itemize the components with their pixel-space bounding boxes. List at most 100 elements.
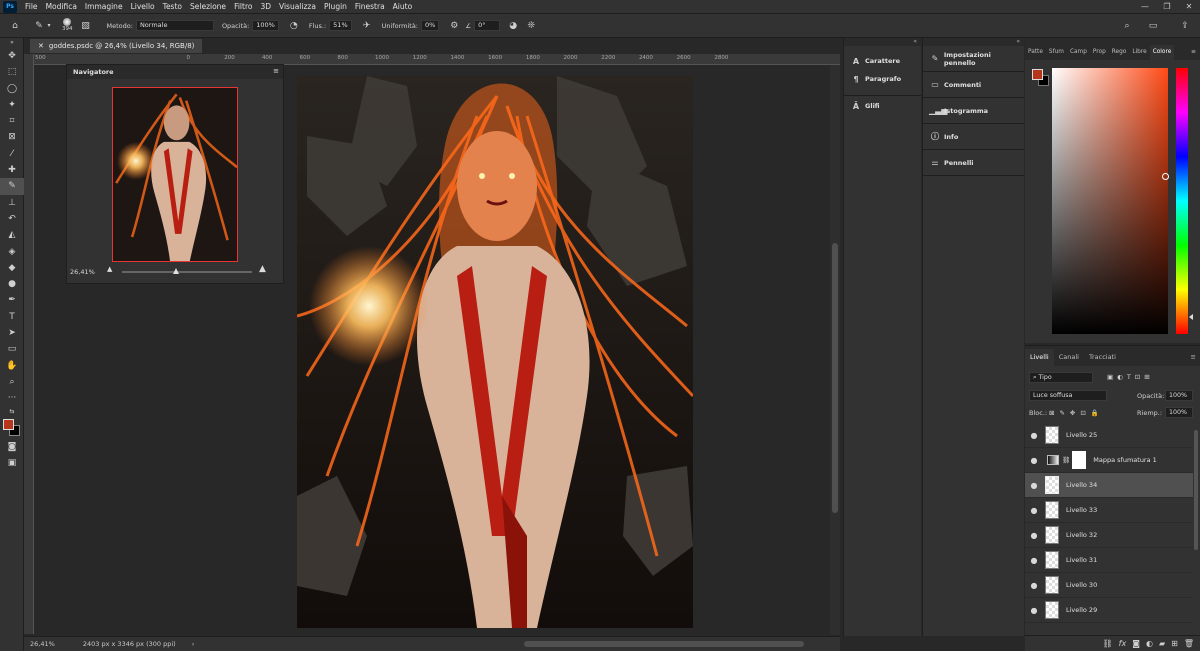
dock-item-brush-settings[interactable]: ✎ Impostazioni pennello — [923, 46, 1024, 72]
tab-gradients[interactable]: Sfum — [1046, 49, 1067, 60]
lock-icons[interactable]: ⊠✎✥⊡🔒 — [1049, 409, 1104, 417]
zoom-in-icon[interactable]: ▲ — [259, 264, 266, 274]
vertical-scrollbar[interactable] — [830, 65, 840, 635]
group-icon[interactable]: ▰ — [1159, 639, 1165, 648]
flow-input[interactable]: 51% — [329, 20, 352, 31]
maximize-button[interactable]: ❐ — [1156, 0, 1178, 14]
menu-plugin[interactable]: Plugin — [320, 2, 351, 11]
hue-slider-handle[interactable] — [1189, 314, 1193, 320]
close-button[interactable]: ✕ — [1178, 0, 1200, 14]
eye-icon[interactable]: ● — [1025, 481, 1043, 490]
menu-immagine[interactable]: Immagine — [81, 2, 127, 11]
layers-scrollbar[interactable] — [1194, 430, 1198, 550]
navigator-zoom-slider[interactable] — [122, 271, 252, 273]
hue-slider[interactable] — [1176, 68, 1193, 334]
hand-tool-icon[interactable]: ✋ — [0, 358, 24, 374]
screen-mode-icon[interactable]: ▣ — [0, 455, 24, 471]
layer-row[interactable]: ● ⛓ Mappa sfumatura 1 — [1025, 448, 1193, 473]
brush-preset-picker[interactable]: 394 — [62, 18, 73, 33]
color-picker-marker[interactable] — [1162, 173, 1169, 180]
tab-libraries[interactable]: Libre — [1129, 49, 1149, 60]
dock-item-istogramma[interactable]: ▁▃▅ Istogramma — [923, 98, 1024, 124]
foreground-color-swatch[interactable] — [3, 418, 14, 430]
dock-item-paragrafo[interactable]: ¶ Paragrafo — [844, 70, 921, 88]
search-icon[interactable]: ⌕ — [1120, 19, 1134, 33]
blur-tool-icon[interactable]: ◆ — [0, 260, 24, 276]
bucket-tool-icon[interactable]: ◈ — [0, 244, 24, 260]
tab-adjustments[interactable]: Rego — [1109, 49, 1130, 60]
eye-icon[interactable]: ● — [1025, 606, 1043, 615]
layer-row[interactable]: ● Livello 32 — [1025, 523, 1193, 548]
layer-row[interactable]: ● Livello 31 — [1025, 548, 1193, 573]
menu-finestra[interactable]: Finestra — [351, 2, 389, 11]
menu-filtro[interactable]: Filtro — [230, 2, 256, 11]
horizontal-scroll-thumb[interactable] — [524, 641, 804, 647]
collapse-icon[interactable]: » — [0, 38, 24, 48]
layer-row-selected[interactable]: ● Livello 34 — [1025, 473, 1193, 498]
zoom-out-icon[interactable]: ▲ — [107, 265, 112, 273]
navigator-preview[interactable] — [112, 87, 238, 262]
opacity-input[interactable]: 100% — [252, 20, 279, 31]
menu-livello[interactable]: Livello — [127, 2, 159, 11]
new-layer-icon[interactable]: ⊞ — [1171, 639, 1178, 648]
brush-tool-icon[interactable]: ✎ — [0, 178, 24, 195]
eye-icon[interactable]: ● — [1025, 531, 1043, 540]
layer-row[interactable]: ● Livello 30 — [1025, 573, 1193, 598]
tab-patterns[interactable]: Patte — [1025, 49, 1046, 60]
adjustment-layer-icon[interactable]: ◐ — [1146, 639, 1153, 648]
horizontal-scrollbar[interactable] — [184, 637, 824, 651]
vertical-scroll-thumb[interactable] — [832, 243, 838, 513]
layer-opacity-input[interactable]: 100% — [1165, 390, 1193, 401]
eraser-tool-icon[interactable]: ◭ — [0, 227, 24, 243]
menu-selezione[interactable]: Selezione — [186, 2, 230, 11]
fx-icon[interactable]: fx — [1119, 639, 1127, 648]
gear-icon[interactable]: ⚙ — [447, 19, 461, 33]
minimize-button[interactable]: — — [1134, 0, 1156, 14]
eye-icon[interactable]: ● — [1025, 506, 1043, 515]
foreground-color-swatch[interactable] — [1032, 69, 1043, 80]
menu-testo[interactable]: Testo — [159, 2, 186, 11]
smoothing-input[interactable]: 0% — [421, 20, 440, 31]
brush-panel-toggle-icon[interactable]: ▧ — [79, 19, 93, 33]
layer-filter-select[interactable]: ⌕ Tipo — [1029, 372, 1093, 383]
menu-file[interactable]: File — [21, 2, 42, 11]
status-zoom[interactable]: 26,41% — [30, 640, 55, 648]
panel-menu-icon[interactable]: ≡ — [1186, 353, 1200, 366]
eyedropper-tool-icon[interactable]: ⁄ — [0, 146, 24, 162]
symmetry-icon[interactable]: ❊ — [524, 19, 538, 33]
menu-modifica[interactable]: Modifica — [42, 2, 81, 11]
more-tools-icon[interactable]: ··· — [0, 390, 24, 406]
pressure-size-icon[interactable]: ◕ — [506, 19, 520, 33]
marquee-tool-icon[interactable]: ⬚ — [0, 64, 24, 80]
navigator-zoom-knob[interactable] — [173, 268, 179, 274]
tab-colore[interactable]: Colore — [1149, 45, 1175, 60]
pressure-opacity-icon[interactable]: ◔ — [287, 19, 301, 33]
navigator-zoom[interactable]: 26,41% — [70, 268, 95, 276]
dodge-tool-icon[interactable]: ● — [0, 276, 24, 292]
color-swatches[interactable] — [0, 417, 24, 439]
healing-tool-icon[interactable]: ✚ — [0, 162, 24, 178]
dock-collapse-arrows[interactable]: « — [844, 38, 921, 46]
history-brush-tool-icon[interactable]: ↶ — [0, 211, 24, 227]
document-tab[interactable]: ✕ goddes.psdc @ 26,4% (Livello 34, RGB/8) — [30, 39, 203, 53]
workspace-icon[interactable]: ▭ — [1146, 19, 1160, 33]
link-layers-icon[interactable]: ⛓ — [1103, 639, 1113, 648]
dock-item-pennelli[interactable]: ⚌ Pennelli — [923, 150, 1024, 176]
menu-visualizza[interactable]: Visualizza — [275, 2, 320, 11]
quick-mask-icon[interactable]: ◙ — [0, 439, 24, 455]
angle-input[interactable]: 0° — [474, 20, 501, 31]
eye-icon[interactable]: ● — [1025, 431, 1043, 440]
zoom-tool-icon[interactable]: ⌕ — [0, 374, 24, 390]
add-mask-icon[interactable]: ◙ — [1132, 639, 1140, 648]
close-tab-icon[interactable]: ✕ — [38, 42, 44, 50]
panel-menu-icon[interactable]: ≡ — [1188, 49, 1200, 60]
frame-tool-icon[interactable]: ⊠ — [0, 129, 24, 145]
tab-canali[interactable]: Canali — [1054, 353, 1084, 366]
eye-icon[interactable]: ● — [1025, 581, 1043, 590]
saturation-brightness-field[interactable] — [1052, 68, 1169, 334]
type-tool-icon[interactable]: T — [0, 309, 24, 325]
layer-row[interactable]: ● Livello 25 — [1025, 423, 1193, 448]
stamp-tool-icon[interactable]: ⊥ — [0, 195, 24, 211]
dock-item-info[interactable]: ⓘ Info — [923, 124, 1024, 150]
fill-input[interactable]: 100% — [1165, 407, 1193, 418]
